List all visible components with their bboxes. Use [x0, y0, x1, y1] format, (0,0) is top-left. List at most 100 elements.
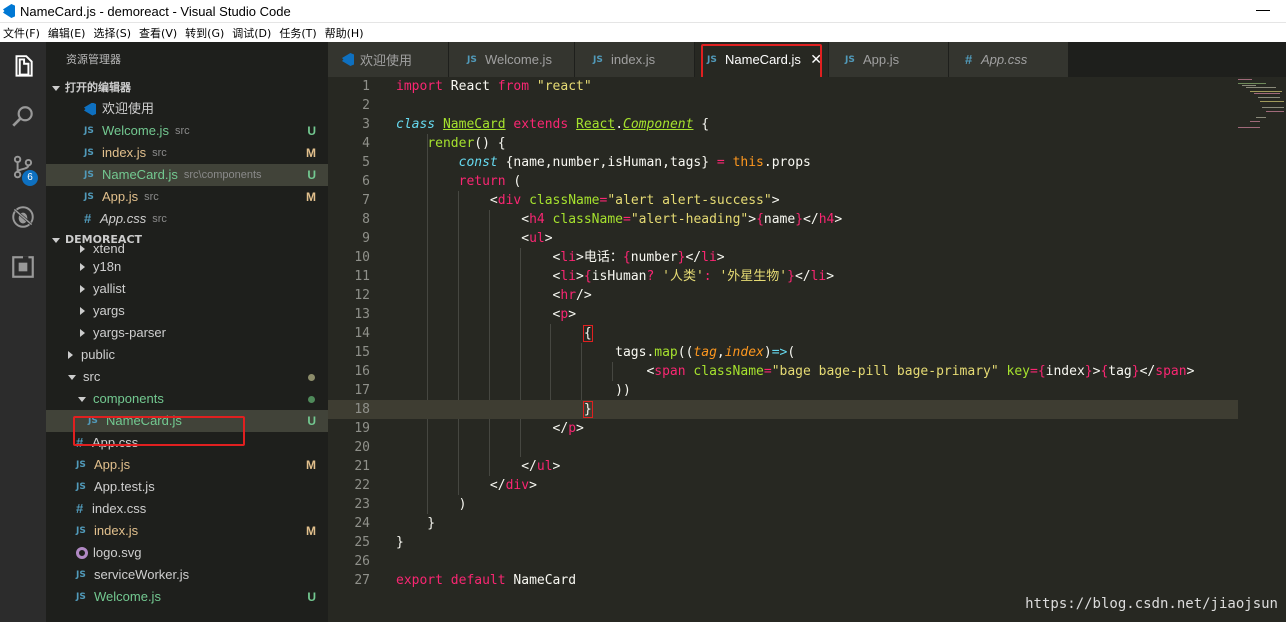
tree-folder[interactable]: public — [46, 344, 328, 366]
code-editor[interactable]: 1 import React from "react" 2 3 class Name… — [328, 77, 1286, 622]
menu-selection[interactable]: 选择(S) — [90, 25, 134, 41]
code-line: 9 <ul> — [362, 231, 553, 246]
tab-index-js[interactable]: JS index.js — [575, 42, 695, 77]
css-file-icon: # — [965, 52, 973, 67]
chevron-down-icon — [78, 396, 86, 402]
js-file-icon: JS — [84, 170, 94, 180]
open-editor-item[interactable]: # App.css src — [46, 208, 328, 230]
code-line: 14 { — [354, 325, 593, 342]
tree-file[interactable]: JS serviceWorker.js — [46, 564, 328, 586]
tree-file[interactable]: JS App.js M — [46, 454, 328, 476]
git-status: M — [306, 190, 316, 204]
tree-folder[interactable]: yargs — [46, 300, 328, 322]
chevron-right-icon — [80, 263, 85, 271]
menu-view[interactable]: 查看(V) — [136, 25, 180, 41]
debug-icon[interactable] — [0, 194, 46, 240]
code-line: 6 return ( — [362, 174, 522, 189]
tree-folder[interactable]: yallist — [46, 278, 328, 300]
css-file-icon: # — [84, 211, 92, 226]
js-file-icon: JS — [84, 148, 94, 158]
code-line: 4 render() { — [362, 136, 506, 151]
code-line: 21 </ul> — [354, 459, 561, 474]
tree-file[interactable]: # index.css — [46, 498, 328, 520]
menu-debug[interactable]: 调试(D) — [229, 25, 274, 41]
tree-folder[interactable]: yargs-parser — [46, 322, 328, 344]
close-icon[interactable]: ✕ — [810, 51, 822, 68]
editor-tabs: 欢迎使用 JS Welcome.js JS index.js JS NameCard.… — [328, 42, 1286, 82]
tree-file[interactable]: logo.svg — [46, 542, 328, 564]
menu-tasks[interactable]: 任务(T) — [276, 25, 319, 41]
js-file-icon: JS — [84, 126, 94, 136]
tree-file[interactable]: JS App.test.js — [46, 476, 328, 498]
code-line-current: 18 } — [328, 400, 1238, 419]
chevron-right-icon — [68, 351, 73, 359]
tree-folder-open[interactable]: src — [46, 366, 328, 388]
js-file-icon: JS — [88, 416, 98, 426]
watermark: https://blog.csdn.net/jiaojsun — [1025, 596, 1278, 612]
tree-folder[interactable]: xtend — [46, 242, 328, 256]
untracked-dot-icon — [308, 395, 315, 403]
chevron-down-icon — [68, 374, 76, 380]
js-file-icon: JS — [76, 570, 86, 580]
git-status: M — [306, 458, 316, 472]
tree-file[interactable]: JS Welcome.js U — [46, 586, 328, 608]
code-line: 5 const {name,number,isHuman,tags} = thi… — [362, 155, 811, 170]
git-status: U — [307, 590, 316, 604]
tree-file-active[interactable]: JS NameCard.js U — [46, 410, 328, 432]
activity-bar: 6 — [0, 42, 46, 622]
extensions-icon[interactable] — [0, 244, 46, 290]
code-line: 12 <hr/> — [354, 288, 592, 303]
tab-app-css[interactable]: # App.css — [949, 42, 1069, 77]
js-file-icon: JS — [845, 54, 855, 65]
scm-badge: 6 — [22, 170, 38, 186]
open-editor-item-active[interactable]: JS NameCard.js src\components U — [46, 164, 328, 186]
chevron-right-icon — [80, 329, 85, 337]
menu-bar: 文件(F) 编辑(E) 选择(S) 查看(V) 转到(G) 调试(D) 任务(T… — [0, 22, 1286, 42]
minimap[interactable] — [1236, 77, 1286, 147]
chevron-down-icon — [52, 85, 60, 91]
tab-welcome-js[interactable]: JS Welcome.js — [449, 42, 575, 77]
tree-folder[interactable]: y18n — [46, 256, 328, 278]
chevron-right-icon — [80, 245, 85, 253]
vscode-logo-icon — [3, 4, 15, 18]
css-file-icon: # — [76, 501, 84, 516]
title-bar: NameCard.js - demoreact - Visual Studio … — [0, 0, 1286, 22]
explorer-sidebar: 资源管理器 打开的编辑器 欢迎使用 JS Welcome.js src U JS… — [46, 42, 328, 622]
code-line: 23 ) — [354, 497, 467, 512]
git-status: U — [307, 414, 316, 428]
menu-help[interactable]: 帮助(H) — [322, 25, 367, 41]
js-file-icon: JS — [76, 460, 86, 470]
git-status: M — [306, 524, 316, 538]
open-editors-header[interactable]: 打开的编辑器 — [46, 78, 328, 98]
tree-file[interactable]: # App.css — [46, 432, 328, 454]
code-line: 10 <li>电话：{number}</li> — [354, 250, 725, 265]
tab-app-js[interactable]: JS App.js — [829, 42, 949, 77]
search-icon[interactable] — [0, 94, 46, 140]
open-editor-item[interactable]: JS App.js src M — [46, 186, 328, 208]
tab-welcome-page[interactable]: 欢迎使用 — [328, 42, 449, 77]
explorer-title: 资源管理器 — [46, 42, 328, 78]
git-status: U — [307, 124, 316, 138]
js-file-icon: JS — [76, 592, 86, 602]
open-editor-item[interactable]: 欢迎使用 — [46, 98, 328, 120]
svg-file-icon — [76, 547, 88, 559]
code-line: 8 <h4 className="alert-heading">{name}</… — [362, 212, 843, 227]
open-editor-item[interactable]: JS index.js src M — [46, 142, 328, 164]
code-line: 2 — [362, 98, 370, 113]
menu-goto[interactable]: 转到(G) — [182, 25, 227, 41]
files-icon[interactable] — [0, 44, 46, 90]
minimize-icon[interactable] — [1256, 10, 1270, 11]
code-line: 25} — [354, 535, 404, 550]
js-file-icon: JS — [76, 526, 86, 536]
tree-file[interactable]: JS index.js M — [46, 520, 328, 542]
chevron-right-icon — [80, 285, 85, 293]
tree-folder-open[interactable]: components — [46, 388, 328, 410]
tab-namecard-js[interactable]: JS NameCard.js ✕ — [695, 42, 829, 77]
source-control-icon[interactable]: 6 — [0, 144, 46, 190]
code-line: 22 </div> — [354, 478, 537, 493]
menu-file[interactable]: 文件(F) — [0, 25, 43, 41]
code-line: 7 <div className="alert alert-success"> — [362, 193, 780, 208]
open-editor-item[interactable]: JS Welcome.js src U — [46, 120, 328, 142]
menu-edit[interactable]: 编辑(E) — [45, 25, 89, 41]
code-line: 13 <p> — [354, 307, 577, 322]
